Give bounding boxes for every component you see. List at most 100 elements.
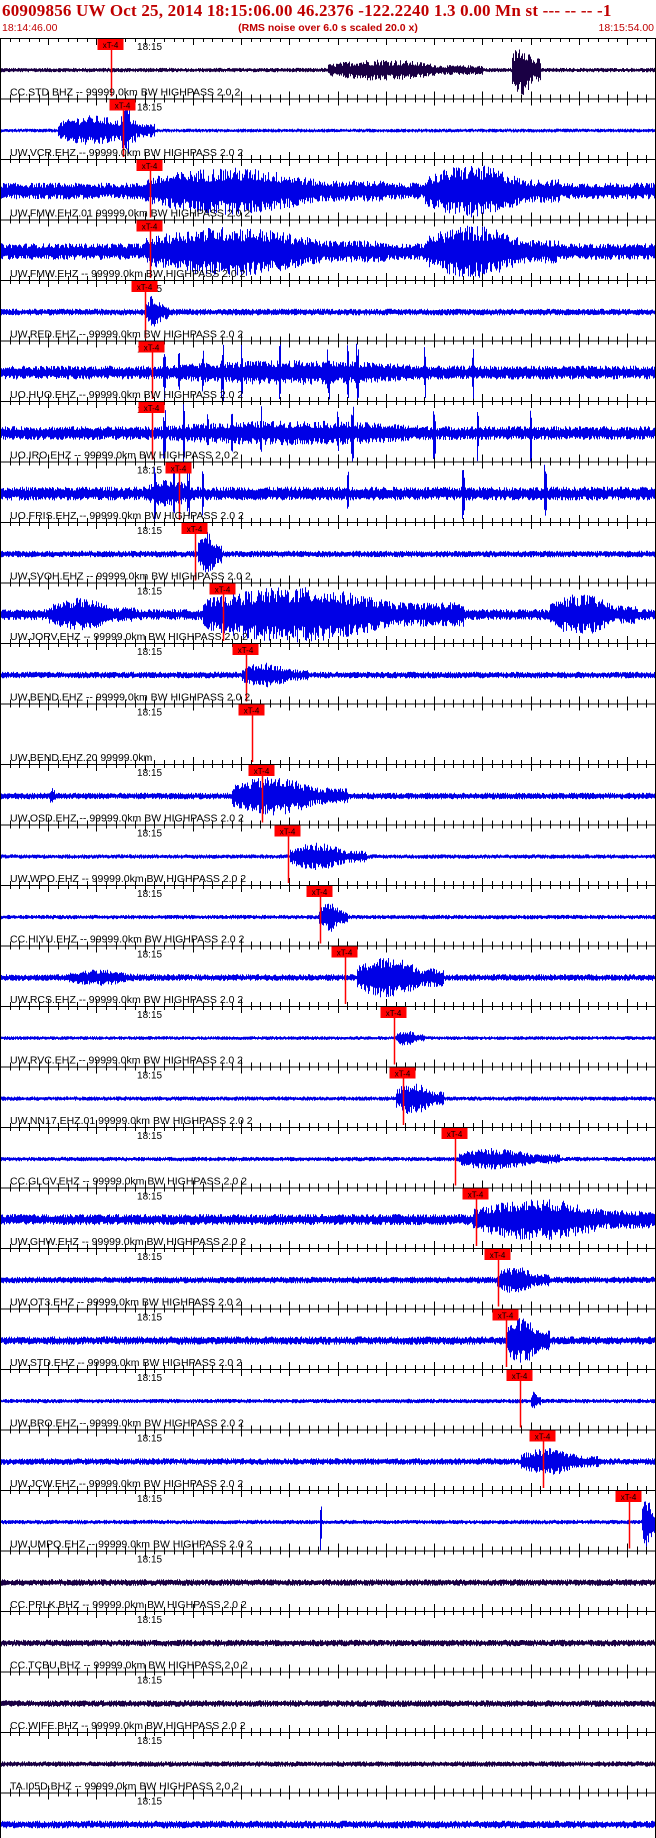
pick-label: xT-4 bbox=[215, 586, 231, 595]
minute-tick-label: 18:15 bbox=[137, 1494, 162, 1505]
channel-row: 18:15 xT-4 UW.BEND.EHZ -- 99999.0km BW HIG… bbox=[0, 643, 656, 704]
minute-tick-label: 18:15 bbox=[137, 1797, 162, 1808]
channel-label: UW.FMW.EHZ -- 99999.0km BW HIGHPASS 2.0 … bbox=[10, 268, 246, 280]
pick-label: xT-4 bbox=[144, 404, 160, 413]
minute-tick-label: 18:15 bbox=[137, 1373, 162, 1384]
channel-row: 18:15 TA.I05D.BHZ -- 99999.0km BW HIGHPAS… bbox=[0, 1732, 656, 1793]
waveform-trace bbox=[0, 1448, 656, 1475]
pick-label: xT-4 bbox=[490, 1251, 506, 1260]
channel-label: CC.HIYU.EHZ -- 99999.0km BW HIGHPASS 2.0… bbox=[10, 934, 245, 946]
channel-row: 18:15 xT-4 UW.OSD.EHZ -- 99999.0km BW HIGH… bbox=[0, 764, 656, 825]
pick-label: xT-4 bbox=[238, 646, 254, 655]
pick-label: xT-4 bbox=[280, 828, 296, 837]
waveform-trace bbox=[0, 296, 656, 327]
minute-tick-label: 18:15 bbox=[137, 1555, 162, 1566]
waveform-trace bbox=[0, 1031, 656, 1046]
channel-row: 18:15 xT-4 UW.JORV.EHZ -- 99999.0km BW HIG… bbox=[0, 582, 656, 643]
channel-row: 18:15 xT-4 UW.RVC.EHZ -- 99999.0km BW HIGH… bbox=[0, 1006, 656, 1067]
pick-label: xT-4 bbox=[144, 344, 160, 353]
waveform-trace bbox=[0, 1199, 656, 1240]
channel-row: 18:15xT-4UW.FMW.EHZ -- 99999.0km BW HIGH… bbox=[0, 219, 656, 280]
end-time-label: 18:15:54.00 bbox=[598, 22, 654, 34]
channel-label: UW.JCW.EHZ -- 99999.0km BW HIGHPASS 2.0 … bbox=[10, 1478, 243, 1490]
channel-label: UW.BEND.EHZ.20 99999.0km bbox=[10, 752, 153, 764]
channel-label: UW.WPO.EHZ -- 99999.0km BW HIGHPASS 2.0 … bbox=[10, 873, 246, 885]
channel-row: 18:15 CC.TCBU.BHZ -- 99999.0km BW HIGHPAS… bbox=[0, 1611, 656, 1672]
minute-tick-label: 18:15 bbox=[137, 1434, 162, 1445]
event-title: 60909856 UW Oct 25, 2014 18:15:06.00 46.… bbox=[2, 1, 612, 20]
channel-label: UW.FMW.EHZ.01 99999.0km BW HIGHPASS 2.0 … bbox=[10, 208, 250, 220]
channel-row: 18:15 xT-4 UW.SVOH.EHZ -- 99999.0km BW HIG… bbox=[0, 522, 656, 583]
channel-row: 18:15 xT-4 CC.GLCV.EHZ -- 99999.0km BW HIG… bbox=[0, 1127, 656, 1188]
pick-label: xT-4 bbox=[386, 1009, 402, 1018]
channel-row: 18:15 xT-4 UW.RCS.EHZ -- 99999.0km BW HIGH… bbox=[0, 945, 656, 1006]
minute-tick-label: 18:15 bbox=[137, 1010, 162, 1021]
pick-label: xT-4 bbox=[395, 1070, 411, 1079]
minute-tick-label: 18:15 bbox=[137, 466, 162, 477]
channel-row: 18:15 CC.WIFE.BHZ -- 99999.0km BW HIGHPAS… bbox=[0, 1671, 656, 1732]
pick-label: xT-4 bbox=[498, 1312, 514, 1321]
channel-row: 18:15 xT-4 UW.UMPQ.EHZ -- 99999.0km BW HIG… bbox=[0, 1490, 656, 1551]
channel-label: UW.GHW.EHZ -- 99999.0km BW HIGHPASS 2.0 … bbox=[10, 1236, 246, 1248]
minute-tick-label: 18:15 bbox=[137, 1676, 162, 1687]
channel-row: 18:15 xT-4 UW.GHW.EHZ -- 99999.0km BW HIGH… bbox=[0, 1187, 656, 1248]
minute-tick-label: 18:15 bbox=[137, 889, 162, 900]
channel-label: UW.UMPQ.EHZ -- 99999.0km BW HIGHPASS 2.0… bbox=[10, 1539, 253, 1551]
waveform-trace bbox=[0, 1148, 656, 1170]
pick-label: xT-4 bbox=[142, 162, 158, 171]
channel-row: 18:15xT-4UW.RED.EHZ -- 99999.0km BW HIGH… bbox=[0, 280, 656, 341]
channel-label: TA.I05D.BHZ -- 99999.0km BW HIGHPASS 2.0… bbox=[10, 1781, 239, 1793]
channel-row: 18:15xT-4UW.FMW.EHZ.01 99999.0km BW HIGH… bbox=[0, 159, 656, 220]
minute-tick-label: 18:15 bbox=[137, 829, 162, 840]
channel-row: 18:15 xT-4 UW.STD.EHZ -- 99999.0km BW HIGH… bbox=[0, 1308, 656, 1369]
channel-row: 18:15 xT-4 UW.NN17.EHZ.01 99999.0km BW HIG… bbox=[0, 1066, 656, 1127]
minute-tick-label: 18:15 bbox=[137, 42, 162, 53]
minute-tick-label: 18:15 bbox=[137, 1071, 162, 1082]
pick-label: xT-4 bbox=[142, 223, 158, 232]
pick-label: xT-4 bbox=[512, 1372, 528, 1381]
minute-tick-label: 18:15 bbox=[137, 768, 162, 779]
channel-label: UW.OT3.EHZ -- 99999.0km BW HIGHPASS 2.0 … bbox=[10, 1297, 242, 1309]
channel-row: 18:15 xT-4 UW.OT3.EHZ -- 99999.0km BW HIGH… bbox=[0, 1248, 656, 1309]
waveform-trace bbox=[0, 842, 656, 870]
channel-row: 18:15 xT-4 UW.BEND.EHZ.20 99999.0km bbox=[0, 703, 656, 764]
channel-label: UW.SVOH.EHZ -- 99999.0km BW HIGHPASS 2.0… bbox=[10, 571, 251, 583]
minute-tick-label: 18:15 bbox=[137, 950, 162, 961]
channel-row: 18:15 xT-4 CC.STD BHZ -- 99999.0km BW HIGH… bbox=[0, 38, 656, 99]
channel-row: 18:15 xT-4 UW.BRO.EHZ -- 99999.0km BW HIGH… bbox=[0, 1369, 656, 1430]
pick-label: xT-4 bbox=[312, 888, 328, 897]
channel-label: CC.PRLK.BHZ -- 99999.0km BW HIGHPASS 2.0… bbox=[10, 1599, 247, 1611]
channel-label: UW.STD.EHZ -- 99999.0km BW HIGHPASS 2.0 … bbox=[10, 1357, 242, 1369]
minute-tick-label: 18:15 bbox=[137, 1252, 162, 1263]
pick-label: xT-4 bbox=[115, 102, 131, 111]
waveform-trace bbox=[0, 1083, 656, 1114]
rms-note: (RMS noise over 6.0 s scaled 20.0 x) bbox=[238, 22, 418, 34]
channel-label: CC.WIFE.BHZ -- 99999.0km BW HIGHPASS 2.0… bbox=[10, 1720, 246, 1732]
channel-label: UW.RCS.EHZ -- 99999.0km BW HIGHPASS 2.0 … bbox=[10, 994, 243, 1006]
waveform-trace bbox=[0, 1761, 656, 1767]
seismogram-plot: 18:15 xT-4 CC.STD BHZ -- 99999.0km BW HIGH… bbox=[0, 38, 656, 1838]
minute-tick-label: 18:15 bbox=[137, 1736, 162, 1747]
pick-label: xT-4 bbox=[337, 949, 353, 958]
minute-tick-label: 18:15 bbox=[137, 587, 162, 598]
channel-label: UW.VCR.EHZ -- 99999.0km BW HIGHPASS 2.0 … bbox=[10, 147, 243, 159]
minute-tick-label: 18:15 bbox=[137, 1313, 162, 1324]
channel-label: UW.RVC.EHZ -- 99999.0km BW HIGHPASS 2.0 … bbox=[10, 1055, 243, 1067]
minute-tick-label: 18:15 bbox=[137, 1192, 162, 1203]
channel-row: 18:15 xT-4 UW.VCR.EHZ -- 99999.0km BW HIGH… bbox=[0, 98, 656, 159]
channel-row: 18:15xT-4UO.HUO.EHZ -- 99999.0km BW HIGH… bbox=[0, 340, 656, 402]
pick-label: xT-4 bbox=[244, 707, 260, 716]
waveform-trace bbox=[0, 532, 656, 573]
plot-header: 60909856 UW Oct 25, 2014 18:15:06.00 46.… bbox=[0, 0, 656, 38]
waveform-trace bbox=[0, 662, 656, 688]
waveform-trace bbox=[0, 1579, 656, 1586]
channel-row: 18:15 xT-4 UO.FRIS.EHZ -- 99999.0km BW HIG… bbox=[0, 461, 656, 522]
waveform-trace bbox=[0, 1639, 656, 1647]
minute-tick-label: 18:15 bbox=[137, 1131, 162, 1142]
pick-label: xT-4 bbox=[103, 41, 119, 50]
channel-row: 18:15 CC.PRLK.BHZ -- 99999.0km BW HIGHPAS… bbox=[0, 1550, 656, 1611]
pick-label: xT-4 bbox=[137, 283, 153, 292]
channel-row: 18:15xT-4UO.IRO.EHZ -- 99999.0km BW HIGH… bbox=[0, 401, 656, 462]
pick-label: xT-4 bbox=[535, 1433, 551, 1442]
minute-tick-label: 18:15 bbox=[137, 1615, 162, 1626]
